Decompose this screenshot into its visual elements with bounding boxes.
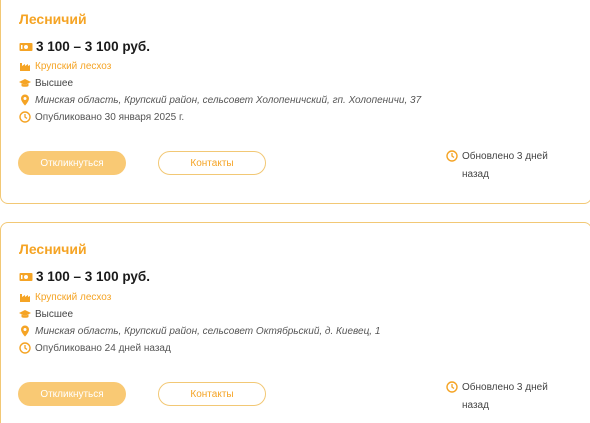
updated-text-cont: назад [462, 169, 489, 180]
company-link[interactable]: Крупский лесхоз [35, 61, 111, 72]
published-date: Опубликовано 30 января 2025 г. [35, 111, 185, 123]
factory-icon [19, 60, 31, 72]
education-value: Высшее [35, 308, 74, 320]
company-row: Крупский лесхоз [19, 60, 111, 72]
location-pin-icon [19, 94, 31, 106]
money-icon [19, 271, 33, 283]
updated-info: Обновлено 3 дней назад [446, 379, 566, 415]
clock-icon [19, 342, 31, 354]
updated-text: Обновлено 3 дней [462, 151, 548, 162]
vacancy-title[interactable]: Лесничий [19, 11, 87, 27]
address-value: Минская область, Крупский район, сельсов… [35, 94, 422, 106]
published-date: Опубликовано 24 дней назад [35, 342, 171, 354]
contacts-button[interactable]: Контакты [158, 151, 266, 175]
clock-icon [446, 150, 458, 162]
apply-button[interactable]: Откликнуться [18, 151, 126, 175]
factory-icon [19, 291, 31, 303]
updated-text-cont: назад [462, 400, 489, 411]
company-row: Крупский лесхоз [19, 291, 111, 303]
company-link[interactable]: Крупский лесхоз [35, 292, 111, 303]
contacts-button[interactable]: Контакты [158, 382, 266, 406]
address-value: Минская область, Крупский район, сельсов… [35, 325, 381, 337]
graduation-cap-icon [19, 308, 31, 320]
education-row: Высшее [19, 77, 73, 89]
education-value: Высшее [35, 77, 74, 89]
salary-value: 3 100 – 3 100 руб. [36, 39, 150, 54]
address-row: Минская область, Крупский район, сельсов… [19, 325, 380, 337]
published-row: Опубликовано 30 января 2025 г. [19, 111, 184, 123]
education-row: Высшее [19, 308, 73, 320]
salary-row: 3 100 – 3 100 руб. [19, 269, 150, 284]
address-row: Минская область, Крупский район, сельсов… [19, 94, 421, 106]
updated-info: Обновлено 3 дней назад [446, 148, 566, 184]
apply-button[interactable]: Откликнуться [18, 382, 126, 406]
salary-row: 3 100 – 3 100 руб. [19, 39, 150, 54]
clock-icon [446, 381, 458, 393]
vacancy-card: Лесничий 3 100 – 3 100 руб. Крупский лес… [0, 222, 590, 423]
updated-text: Обновлено 3 дней [462, 382, 548, 393]
clock-icon [19, 111, 31, 123]
vacancy-title[interactable]: Лесничий [19, 241, 87, 257]
salary-value: 3 100 – 3 100 руб. [36, 269, 150, 284]
published-row: Опубликовано 24 дней назад [19, 342, 171, 354]
location-pin-icon [19, 325, 31, 337]
graduation-cap-icon [19, 77, 31, 89]
money-icon [19, 41, 33, 53]
vacancy-card: Лесничий 3 100 – 3 100 руб. Крупский лес… [0, 0, 590, 204]
